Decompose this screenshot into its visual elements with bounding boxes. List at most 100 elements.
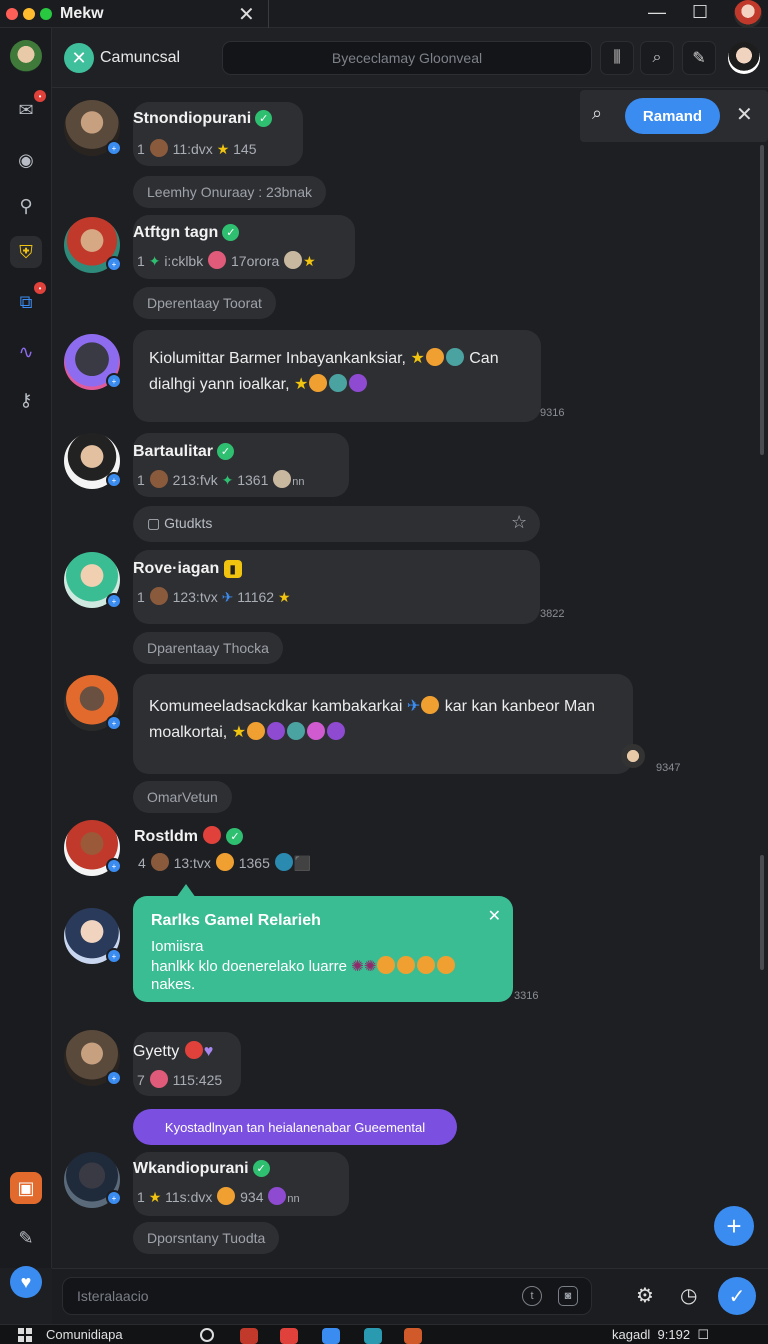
- store-rail-icon[interactable]: ▣: [10, 1172, 42, 1204]
- message-card[interactable]: Rove·iagan ▮ 1 123:tvx ✈ 11162 ★: [133, 550, 540, 624]
- edge-taskbar-icon[interactable]: [322, 1328, 340, 1344]
- message-meta: 1 ✦ i:cklbk 17orora ★: [137, 251, 316, 269]
- minimize-window-dot[interactable]: [23, 7, 35, 20]
- username-text: Gyetty: [133, 1043, 180, 1060]
- app-window: Mekw ✕ — ☐ ✉ • ◉ ⚲ ⛨ ⧉ • ∿ ⚷ ▣ ✎ ♥ ✕ Camun…: [0, 0, 768, 1344]
- avatar-badge: +: [106, 1070, 122, 1086]
- reply-pill[interactable]: Dperentaay Toorat: [133, 287, 276, 319]
- composer: Isteralaacio t ◙ ⚙ ◷ ✓: [52, 1268, 768, 1324]
- channel-header: ✕ Camuncsal Byececlamay Gloonveal ⫼ ⌕ ✎: [52, 28, 768, 88]
- message-card[interactable]: Bartaulitar ✓ 1 213:fvk ✦ 1361 nn: [133, 433, 349, 497]
- key-rail-icon[interactable]: ⚷: [10, 384, 42, 416]
- files-taskbar-icon[interactable]: [404, 1328, 422, 1344]
- search-input[interactable]: Byececlamay Gloonveal: [222, 41, 592, 75]
- read-receipt-avatar: [621, 744, 645, 768]
- reply-pill[interactable]: Dparentaay Thocka: [133, 632, 283, 664]
- scrollbar-thumb[interactable]: [760, 145, 764, 455]
- message-meta: 7 115:425: [137, 1070, 223, 1088]
- message-text: Kiolumittar Barmer Inbayankanksiar, ★ Ca…: [149, 348, 499, 393]
- message-card[interactable]: Komumeeladsackdkar kambakarkai ✈ kar kan…: [133, 674, 645, 774]
- clock-taskbar-icon[interactable]: [200, 1328, 214, 1342]
- close-tab-icon[interactable]: ✕: [238, 2, 255, 27]
- send-button[interactable]: ✓: [718, 1277, 756, 1315]
- image-icon[interactable]: ◙: [558, 1286, 578, 1306]
- message-card[interactable]: Atftgn tagn ✓ 1 ✦ i:cklbk 17orora ★: [133, 215, 355, 279]
- close-window-dot[interactable]: [6, 7, 18, 20]
- columns-icon[interactable]: ⫼: [600, 41, 634, 75]
- message-meta: 1 ★ 11s:dvx 934 nn: [137, 1187, 300, 1205]
- message-card[interactable]: Kiolumittar Barmer Inbayankanksiar, ★ Ca…: [133, 330, 541, 422]
- username-text: Stnondiopurani: [133, 110, 252, 127]
- groups-rail-icon[interactable]: ⧉ •: [10, 282, 46, 318]
- announcement-pill[interactable]: Kyostadlnyan tan heialanenabar Gueementa…: [133, 1109, 457, 1145]
- record-rail-icon[interactable]: ◉: [10, 144, 42, 176]
- groups-badge: •: [34, 282, 46, 294]
- reply-pill[interactable]: Dporsntany Tuodta: [133, 1222, 280, 1254]
- clock-icon[interactable]: ◷: [680, 1283, 697, 1308]
- reply-pill[interactable]: OmarVetun: [133, 781, 232, 813]
- message-meta: 1 123:tvx ✈ 11162 ★: [137, 587, 291, 605]
- card-close-icon[interactable]: ✕: [488, 906, 501, 926]
- username-text: Wkandiopurani: [133, 1160, 249, 1177]
- message-card[interactable]: Wkandiopurani ✓ 1 ★ 11s:dvx 934 nn: [133, 1152, 349, 1216]
- settings-rail-icon[interactable]: ♥: [10, 1266, 42, 1298]
- username: Stnondiopurani ✓: [133, 110, 273, 128]
- link-rail-icon[interactable]: ∿: [10, 336, 42, 368]
- avatar-badge: +: [106, 256, 122, 272]
- message-text: Komumeeladsackdkar kambakarkai ✈ kar kan…: [149, 696, 596, 741]
- message-card[interactable]: Gyetty ♥ 7 115:425: [133, 1032, 241, 1096]
- ramand-button[interactable]: Ramand: [625, 98, 720, 134]
- avatar-badge: +: [106, 858, 122, 874]
- maximize-icon[interactable]: ☐: [692, 2, 708, 23]
- verified-icon: ✓: [222, 224, 240, 241]
- start-icon[interactable]: [18, 1328, 32, 1342]
- username: Gyetty ♥: [133, 1041, 214, 1060]
- user-avatar[interactable]: [10, 40, 42, 72]
- username: Rostldm ✓: [134, 826, 244, 846]
- avatar-badge: +: [106, 593, 122, 609]
- message-meta: 4 13:tvx 1365 ⬛: [138, 853, 312, 871]
- settings-icon[interactable]: ⚙: [636, 1283, 654, 1308]
- profile-avatar[interactable]: [734, 0, 762, 28]
- attachment-label: ▢ Gtudkts: [147, 515, 213, 531]
- title-bar: Mekw ✕ — ☐: [0, 0, 768, 28]
- panel-search-icon[interactable]: ⌕: [592, 103, 602, 124]
- highlight-card[interactable]: Rarlks Gamel Relarieh ✕ Iomiisra hanlkk …: [133, 896, 513, 1002]
- tools-rail-icon[interactable]: ✎: [10, 1222, 42, 1254]
- verified-icon: ✓: [226, 828, 244, 845]
- verified-icon: ✓: [255, 110, 273, 127]
- app-taskbar-icon[interactable]: [280, 1328, 298, 1344]
- reply-pill[interactable]: Leemhy Onuraay : 23bnak: [133, 176, 326, 208]
- card-title: Rarlks Gamel Relarieh: [151, 912, 321, 929]
- search-panel: ⌕ Ramand ✕: [580, 90, 768, 142]
- panel-close-icon[interactable]: ✕: [736, 102, 753, 127]
- location-rail-icon[interactable]: ⚲: [10, 190, 42, 222]
- add-button[interactable]: +: [714, 1206, 754, 1246]
- message-card[interactable]: Stnondiopurani ✓ 1 11:dvx ★ 145: [133, 102, 303, 166]
- taskbar-app-label[interactable]: Comunidiapa: [46, 1327, 123, 1342]
- maximize-window-dot[interactable]: [40, 7, 52, 20]
- avatar-badge: +: [106, 140, 122, 156]
- edit-icon[interactable]: ✎: [682, 41, 716, 75]
- window-controls: [6, 7, 52, 20]
- shield-rail-icon[interactable]: ⛨: [10, 236, 42, 268]
- search-icon[interactable]: ⌕: [640, 41, 674, 75]
- scrollbar-thumb-secondary[interactable]: [760, 855, 764, 970]
- title-divider: [268, 0, 269, 28]
- timestamp: 9316: [540, 407, 565, 419]
- avatar-badge: +: [106, 472, 122, 488]
- chrome-taskbar-icon[interactable]: [240, 1328, 258, 1344]
- system-tray: kagadl 9:192 ☐: [612, 1327, 709, 1342]
- close-channel-icon[interactable]: ✕: [64, 43, 94, 73]
- star-icon[interactable]: ☆: [511, 512, 527, 533]
- store-taskbar-icon[interactable]: [364, 1328, 382, 1344]
- header-avatar[interactable]: [728, 42, 760, 74]
- attachment-bar[interactable]: ▢ Gtudkts ☆: [133, 506, 540, 542]
- verified-icon: ✓: [252, 1160, 270, 1177]
- message-input[interactable]: Isteralaacio: [62, 1277, 592, 1315]
- unread-badge: •: [34, 90, 46, 102]
- messages-rail-icon[interactable]: ✉ •: [10, 90, 46, 126]
- minimize-icon[interactable]: —: [648, 2, 666, 23]
- attach-icon[interactable]: t: [522, 1286, 542, 1306]
- username-text: Rove·iagan: [133, 560, 220, 577]
